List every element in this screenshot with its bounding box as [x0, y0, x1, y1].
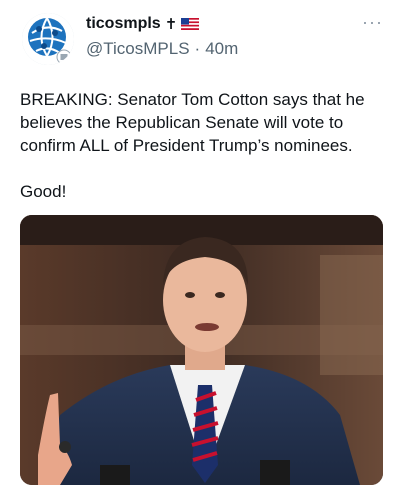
tweet-timestamp[interactable]: 40m	[205, 39, 238, 59]
meta-separator: ·	[194, 39, 201, 58]
more-options-icon[interactable]: ···	[362, 12, 383, 33]
us-flag-icon	[181, 18, 200, 30]
tweet-card: ticosmpls ✝ @TicosMPLS · 40m ··· BREAKIN…	[0, 0, 403, 500]
cross-icon: ✝	[164, 16, 178, 33]
author-meta-row: @TicosMPLS · 40m	[86, 39, 238, 59]
tweet-text: BREAKING: Senator Tom Cotton says that h…	[20, 88, 392, 203]
author-display-name[interactable]: ticosmpls	[86, 15, 161, 33]
tweet-media-photo[interactable]	[20, 215, 383, 485]
author-handle[interactable]: @TicosMPLS	[86, 39, 190, 59]
tweet-text-main: BREAKING: Senator Tom Cotton says that h…	[20, 90, 365, 155]
profile-avatar[interactable]	[22, 13, 74, 65]
senator-photo	[20, 215, 383, 485]
globe-logo-icon	[22, 13, 74, 65]
author-name-row: ticosmpls ✝	[86, 15, 200, 33]
tweet-text-reaction: Good!	[20, 182, 67, 201]
